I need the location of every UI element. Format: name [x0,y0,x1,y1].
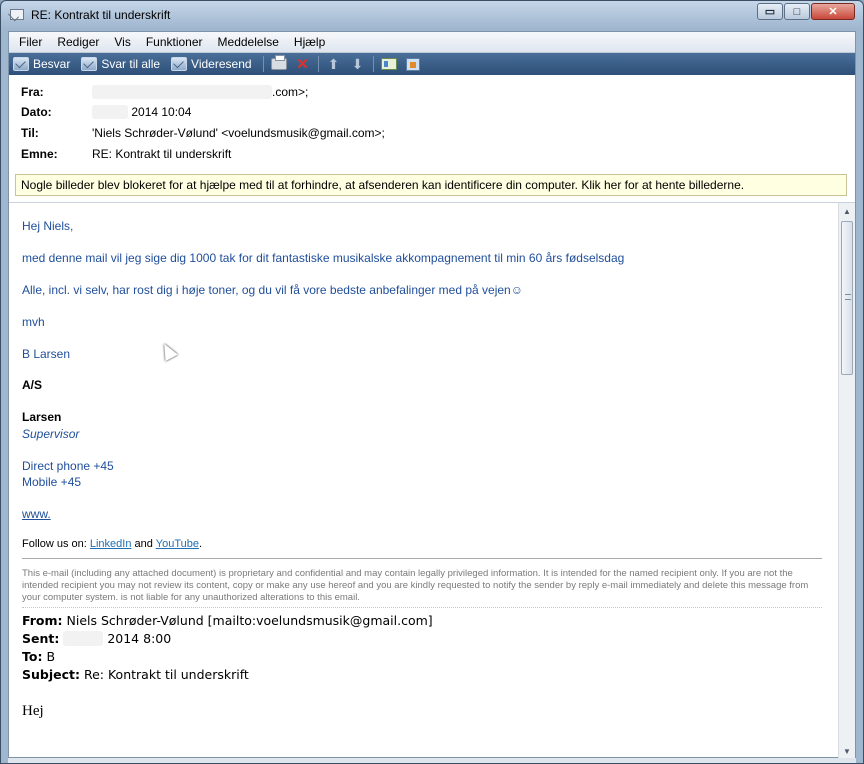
original-from-value: Niels Schrøder-Vølund [mailto:voelundsmu… [66,613,433,628]
signature-name: Larsen [22,410,62,424]
original-from: From: Niels Schrøder-Vølund [mailto:voel… [22,613,433,628]
reply-all-icon [81,57,98,71]
status-bar [8,758,856,763]
grip-icon [845,294,851,300]
body-line-2: Alle, incl. vi selv, har rost dig i høje… [22,283,523,297]
linkedin-link[interactable]: LinkedIn [90,538,132,550]
toolbar-separator [372,56,374,72]
original-greeting: Hej [22,703,44,719]
contact-card-icon [380,58,397,70]
window-client: Filer Rediger Vis Funktioner Meddelelse … [8,31,856,759]
header-subject-value: RE: Kontrakt til underskrift [92,147,232,161]
previous-arrow-icon: ⬆ [327,55,340,72]
redacted-text: x [92,85,272,99]
reply-button[interactable]: Besvar [13,57,70,71]
original-subject: Subject: Re: Kontrakt til underskrift [22,667,249,682]
signature-company: A/S [22,378,43,392]
follow-prefix: Follow us on: [22,538,90,550]
body-line-1: med denne mail vil jeg sige dig 1000 tak… [22,251,625,265]
menu-rediger[interactable]: Rediger [57,35,99,49]
menu-bar: Filer Rediger Vis Funktioner Meddelelse … [9,32,855,53]
title-bar[interactable]: RE: Kontrakt til underskrift ▭ □ ✕ [1,1,863,31]
greeting: Hej Niels, [22,219,74,233]
header-from-value: .com>; [272,85,309,99]
window-title: RE: Kontrakt til underskrift [31,8,171,22]
signature-mobile: Mobile +45 [22,475,82,489]
reply-all-button[interactable]: Svar til alle [81,57,160,71]
header-to-label: Til: [21,126,39,140]
divider [22,607,822,608]
print-button[interactable] [270,55,288,72]
scrollbar-thumb[interactable] [841,221,853,375]
follow-us-line: Follow us on: LinkedIn and YouTube. [22,538,202,550]
follow-and: and [131,538,156,550]
delete-icon: ✕ [296,56,309,73]
address-book-icon [405,57,420,71]
divider [22,558,822,559]
scroll-up-arrow-icon[interactable]: ▲ [839,203,855,219]
original-subject-value: Re: Kontrakt til underskrift [83,667,249,682]
reply-icon [13,57,29,71]
contact-card-button[interactable] [380,56,398,72]
header-to-value: 'Niels Schrøder-Vølund' <voelundsmusik@g… [92,126,385,140]
forward-icon [171,57,188,71]
toolbar: Besvar Svar til alle Videresend ✕ ⬆ ⬇ [9,53,855,75]
original-sent-label: Sent: [22,631,60,646]
menu-filer[interactable]: Filer [19,35,42,49]
menu-funktioner[interactable]: Funktioner [146,35,203,49]
signature-website-link[interactable]: www. [22,507,51,521]
follow-suffix: . [198,538,203,550]
original-to-label: To: [22,649,43,664]
signer-name: B Larsen [22,347,71,361]
header-date-value-wrap: x 2014 10:04 [92,105,191,119]
forward-label: Videresend [191,57,252,71]
disclaimer: This e-mail (including any attached docu… [22,568,809,603]
closing: mvh [22,315,45,329]
redacted-text: x [63,631,104,646]
menu-vis[interactable]: Vis [114,35,130,49]
address-book-button[interactable] [404,56,422,72]
previous-button[interactable]: ⬆ [325,56,343,72]
reply-label: Besvar [33,57,71,71]
header-subject-label: Emne: [21,147,58,161]
signature-phone: Direct phone +45 [22,459,114,473]
forward-button[interactable]: Videresend [171,57,252,71]
original-to: To: B [22,649,55,664]
menu-hjaelp[interactable]: Hjælp [294,35,325,49]
vertical-scrollbar[interactable]: ▲ ▼ [838,203,855,759]
message-headers: Fra: x.com>; Dato: x 2014 10:04 Til: 'Ni… [9,75,855,166]
header-from-label: Fra: [21,85,44,99]
toolbar-separator [262,56,264,72]
header-from-value-wrap: x.com>; [92,85,308,99]
close-button[interactable]: ✕ [811,3,855,20]
envelope-icon [10,9,24,20]
maximize-button[interactable]: □ [784,3,810,20]
original-sent: Sent: x 2014 8:00 [22,631,171,646]
original-to-value: B [46,649,56,664]
youtube-link[interactable]: YouTube [156,538,199,550]
original-sent-value: 2014 8:00 [107,631,172,646]
window-controls: ▭ □ ✕ [756,3,855,20]
print-icon [270,55,287,70]
message-body: Hej Niels, med denne mail vil jeg sige d… [9,202,855,759]
original-from-label: From: [22,613,63,628]
header-date-value: 2014 10:04 [131,105,192,119]
next-arrow-icon: ⬇ [351,55,364,72]
next-button[interactable]: ⬇ [349,56,367,72]
signature-title: Supervisor [22,427,80,441]
scroll-down-arrow-icon[interactable]: ▼ [839,743,855,759]
toolbar-separator [317,56,319,72]
original-subject-label: Subject: [22,667,80,682]
mail-window: RE: Kontrakt til underskrift ▭ □ ✕ Filer… [0,0,864,764]
minimize-button[interactable]: ▭ [757,3,783,20]
reply-all-label: Svar til alle [101,57,161,71]
delete-button[interactable]: ✕ [294,56,312,73]
blocked-images-infobar[interactable]: Nogle billeder blev blokeret for at hjæl… [15,174,847,196]
menu-meddelelse[interactable]: Meddelelse [218,35,279,49]
header-date-label: Dato: [21,105,52,119]
redacted-text: x [92,105,128,119]
